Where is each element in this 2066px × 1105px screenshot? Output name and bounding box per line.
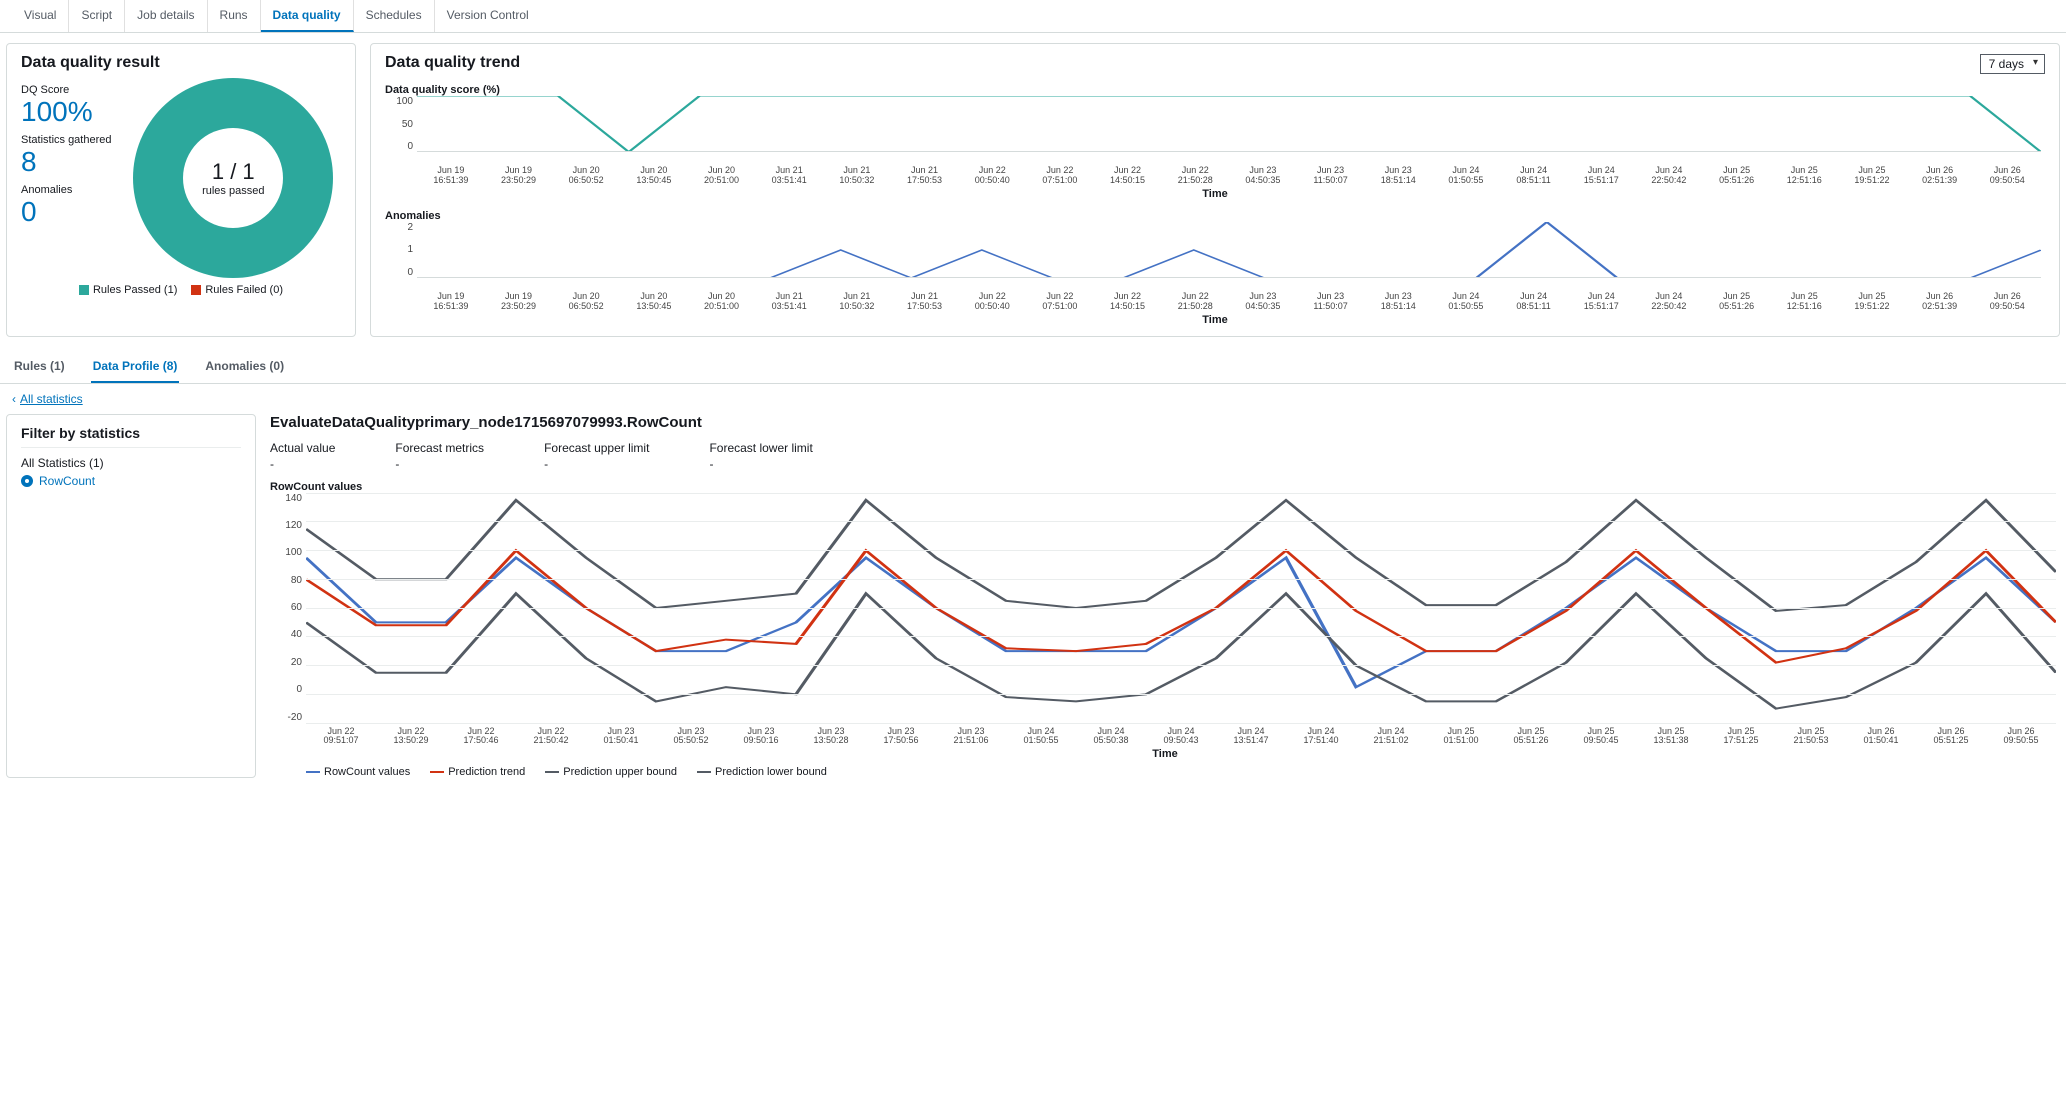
time-label-2: Time [385, 314, 2045, 326]
metric-forecast-lower-limit: Forecast lower limit- [709, 441, 812, 471]
score-plot [417, 96, 2041, 152]
back-all-statistics[interactable]: ‹ All statistics [0, 384, 95, 414]
anom-plot [417, 222, 2041, 278]
rowcount-plot [306, 493, 2056, 723]
range-select[interactable]: 7 days [1980, 54, 2045, 74]
sub-tab-data-profile-8-[interactable]: Data Profile (8) [91, 351, 180, 383]
top-tab-job-details[interactable]: Job details [125, 0, 207, 32]
dq-stats-label: Statistics gathered [21, 134, 112, 146]
donut-sub: rules passed [202, 185, 264, 197]
rowcount-chart-title: RowCount values [270, 481, 2060, 493]
anom-yaxis: 210 [385, 222, 413, 278]
top-tab-script[interactable]: Script [69, 0, 125, 32]
filter-title: Filter by statistics [21, 425, 241, 441]
dq-numbers: DQ Score 100% Statistics gathered 8 Anom… [21, 78, 112, 278]
top-tab-runs[interactable]: Runs [208, 0, 261, 32]
legend-failed: Rules Failed (0) [191, 284, 283, 296]
score-xaxis: Jun 1916:51:39Jun 1923:50:29Jun 2006:50:… [417, 166, 2041, 186]
anom-chart-title: Anomalies [385, 210, 2045, 222]
dq-result-card: Data quality result DQ Score 100% Statis… [6, 43, 356, 337]
time-label-3: Time [270, 748, 2060, 760]
detail-card: EvaluateDataQualityprimary_node171569707… [270, 414, 2060, 779]
metric-forecast-upper-limit: Forecast upper limit- [544, 441, 649, 471]
anom-xaxis: Jun 1916:51:39Jun 1923:50:29Jun 2006:50:… [417, 292, 2041, 312]
dq-stats-value: 8 [21, 146, 112, 178]
detail-title: EvaluateDataQualityprimary_node171569707… [270, 414, 2060, 431]
score-yaxis: 100500 [385, 96, 413, 152]
legend-rowcount-values: RowCount values [306, 766, 410, 778]
top-tab-schedules[interactable]: Schedules [354, 0, 435, 32]
legend-prediction-trend: Prediction trend [430, 766, 525, 778]
legend-prediction-upper-bound: Prediction upper bound [545, 766, 677, 778]
top-tabs: VisualScriptJob detailsRunsData qualityS… [0, 0, 2066, 33]
dq-anom-value: 0 [21, 196, 112, 228]
metric-actual-value: Actual value- [270, 441, 335, 471]
sub-tab-anomalies-0-[interactable]: Anomalies (0) [203, 351, 286, 383]
donut-chart: 1 / 1 rules passed [133, 78, 333, 278]
sub-tabs: Rules (1) Data Profile (8) Anomalies (0) [0, 351, 2066, 384]
rowcount-yaxis: 140120100806040200-20 [270, 493, 302, 723]
top-tab-version-control[interactable]: Version Control [435, 0, 541, 32]
top-tab-visual[interactable]: Visual [12, 0, 69, 32]
legend-prediction-lower-bound: Prediction lower bound [697, 766, 827, 778]
time-label-1: Time [385, 188, 2045, 200]
radio-icon [21, 475, 33, 487]
chevron-left-icon: ‹ [12, 392, 16, 406]
rowcount-xaxis: Jun 2209:51:07Jun 2213:50:29Jun 2217:50:… [306, 727, 2056, 747]
filter-item-rowcount[interactable]: RowCount [21, 474, 241, 488]
dq-anom-label: Anomalies [21, 184, 112, 196]
metric-forecast-metrics: Forecast metrics- [395, 441, 484, 471]
rowcount-legend: RowCount values Prediction trend Predictio… [306, 766, 2060, 778]
metrics-row: Actual value- Forecast metrics- Forecast u… [270, 441, 2060, 471]
score-chart-title: Data quality score (%) [385, 84, 2045, 96]
filter-card: Filter by statistics All Statistics (1) … [6, 414, 256, 779]
dq-score-label: DQ Score [21, 84, 112, 96]
top-tab-data-quality[interactable]: Data quality [261, 0, 354, 32]
donut-count: 1 / 1 [212, 159, 255, 185]
dq-trend-title: Data quality trend [385, 54, 520, 72]
filter-all-label: All Statistics (1) [21, 456, 241, 470]
dq-result-title: Data quality result [21, 54, 341, 72]
sub-tab-rules-1-[interactable]: Rules (1) [12, 351, 67, 383]
dq-score-value: 100% [21, 96, 112, 128]
legend-passed: Rules Passed (1) [79, 284, 177, 296]
dq-trend-card: Data quality trend 7 days Data quality s… [370, 43, 2060, 337]
